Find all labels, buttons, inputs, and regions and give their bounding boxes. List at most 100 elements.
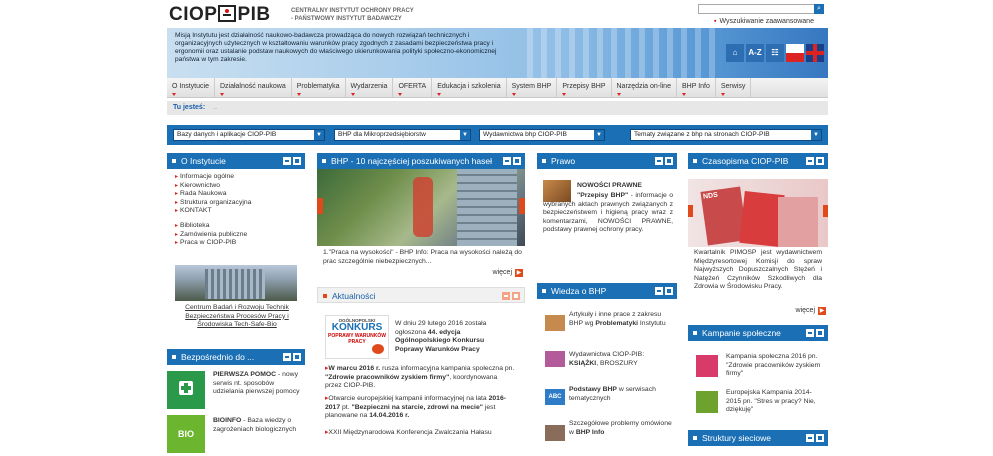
nav-item-oferta[interactable]: OFERTA — [393, 78, 433, 97]
slider-next-button[interactable] — [823, 205, 828, 217]
breadcrumb: Tu jesteś:.. — [167, 101, 828, 115]
maximize-icon[interactable] — [665, 157, 673, 165]
top10-box: BHP - 10 najczęściej poszukiwanych haseł… — [317, 153, 525, 279]
wiedza-item-artykuly[interactable]: Artykuły i inne prace z zakresu BHP wg P… — [569, 311, 673, 328]
minimize-icon[interactable] — [806, 329, 814, 337]
banner-decoration — [527, 28, 717, 78]
link-informacje-ogolne[interactable]: Informacje ogólne — [175, 173, 305, 182]
news-text: pt. — [340, 403, 352, 411]
minimize-icon[interactable] — [503, 157, 511, 165]
maximize-icon[interactable] — [293, 157, 301, 165]
link-struktura[interactable]: Struktura organizacyjna — [175, 199, 305, 208]
news-item-eu-kampania[interactable]: ▸Otwarcie europejskiej kampanii informac… — [325, 395, 515, 421]
minimize-icon[interactable] — [806, 157, 814, 165]
maximize-icon[interactable] — [816, 329, 824, 337]
bioinfo-item[interactable]: BIOINFO - Baza wiedzy o zagrożeniach bio… — [213, 417, 303, 434]
select-bazy-danych[interactable]: Bazy danych i aplikacje CIOP-PIB ▼ — [173, 129, 325, 141]
wiedza-item-bhp-info[interactable]: Szczegółowe problemy omówione w BHP Info — [569, 420, 673, 437]
wiedza-item-podstawy[interactable]: Podstawy BHP w serwisach tematycznych — [569, 386, 673, 403]
box-bullet-icon — [693, 331, 697, 335]
nav-item-o-instytucie[interactable]: O Instytucie — [167, 78, 215, 97]
flag-pl-icon[interactable] — [786, 44, 804, 62]
nav-item-przepisy-bhp[interactable]: Przepisy BHP — [557, 78, 612, 97]
link-kierownictwo[interactable]: Kierownictwo — [175, 182, 305, 191]
news-bold: "Bezpieczni na starcie, zdrowi na mecie" — [351, 403, 483, 411]
slider-next-button[interactable] — [519, 198, 525, 214]
select-bhp-mikro[interactable]: BHP dla Mikroprzedsiębiorstw ▼ — [334, 129, 471, 141]
search-input[interactable] — [698, 4, 822, 14]
minimize-icon[interactable] — [806, 434, 814, 442]
link-kontakt[interactable]: KONTAKT — [175, 207, 305, 216]
slider-image[interactable] — [317, 169, 525, 246]
link-zamowienia[interactable]: Zamówienia publiczne — [175, 231, 305, 240]
publications-icon[interactable] — [545, 351, 565, 367]
search-button[interactable]: ⌕ — [814, 4, 824, 14]
sitemap-icon[interactable]: ☷ — [766, 44, 784, 62]
building-caption-link[interactable]: Centrum Badań i Rozwoju Technik Bezpiecz… — [175, 304, 299, 330]
banner: Misją Instytutu jest działalność naukowo… — [167, 28, 828, 78]
slider-prev-button[interactable] — [688, 205, 693, 217]
minimize-icon[interactable] — [283, 157, 291, 165]
news-item-konferencja[interactable]: ▸XXII Międzynarodowa Konferencja Zwalcza… — [325, 429, 515, 438]
top10-more-button[interactable]: więcej ▶ — [493, 269, 523, 277]
books-icon[interactable] — [545, 315, 565, 331]
prawo-text[interactable]: "Przepisy BHP" - informacje o wybranych … — [543, 192, 673, 235]
nav-item-edukacja[interactable]: Edukacja i szkolenia — [432, 78, 507, 97]
flag-en-icon[interactable] — [806, 44, 824, 62]
ciop-pib-logo[interactable]: CIOP PIB — [169, 4, 271, 26]
slider-prev-button[interactable] — [317, 198, 323, 214]
home-icon[interactable]: ⌂ — [726, 44, 744, 62]
maximize-icon[interactable] — [665, 287, 673, 295]
minimize-icon[interactable] — [655, 157, 663, 165]
bullet-icon: ▪ — [714, 18, 717, 25]
maximize-icon[interactable] — [512, 292, 520, 300]
maximize-icon[interactable] — [293, 353, 301, 361]
prawo-heading[interactable]: NOWOŚCI PRAWNE — [577, 182, 642, 191]
nav-item-dzialalnosc-naukowa[interactable]: Działalność naukowa — [215, 78, 292, 97]
czasopisma-more-button[interactable]: więcej ▶ — [796, 307, 826, 315]
abc-icon[interactable]: ABC — [545, 389, 565, 405]
advanced-search-link[interactable]: ▪ Wyszukiwanie zaawansowane — [714, 18, 814, 25]
czasopisma-text[interactable]: Kwartalnik PIMOSP jest wydawnictwem Międ… — [694, 249, 822, 292]
nav-item-wydarzenia[interactable]: Wydarzenia — [346, 78, 394, 97]
nav-item-serwisy[interactable]: Serwisy — [716, 78, 752, 97]
maximize-icon[interactable] — [816, 157, 824, 165]
konkurs-badge[interactable]: OGÓLNOPOLSKI KONKURS POPRAWY WARUNKÓW PR… — [325, 315, 389, 359]
kampania-stres-link[interactable]: Europejska Kampania 2014-2015 pn. "Stres… — [726, 389, 824, 415]
nav-item-bhp-info[interactable]: BHP Info — [677, 78, 716, 97]
box-title: Czasopisma CIOP-PIB — [702, 156, 789, 166]
minimize-icon[interactable] — [502, 292, 510, 300]
wiedza-item-wydawnictwa[interactable]: Wydawnictwa CIOP-PIB: KSIĄŻKI, BROSZURY — [569, 351, 673, 368]
header: CIOP PIB CENTRALNY INSTYTUT OCHRONY PRACY… — [167, 0, 828, 28]
link-praca[interactable]: Praca w CIOP-PIB — [175, 239, 305, 248]
bioinfo-icon[interactable]: BIO — [167, 415, 205, 453]
select-wydawnictwa[interactable]: Wydawnictwa bhp CIOP-PIB ▼ — [479, 129, 605, 141]
breadcrumb-value[interactable]: .. — [213, 104, 217, 111]
link-biblioteka[interactable]: Biblioteka — [175, 222, 305, 231]
slider-caption[interactable]: 1."Praca na wysokości" - BHP Info: Praca… — [323, 249, 523, 266]
wiedza-header: Wiedza o BHP — [537, 283, 677, 299]
maximize-icon[interactable] — [816, 434, 824, 442]
nav-item-problematyka[interactable]: Problematyka — [292, 78, 346, 97]
select-value: Bazy danych i aplikacje CIOP-PIB — [177, 131, 277, 138]
journal-covers-image[interactable]: NDS — [688, 179, 828, 247]
box-title: Prawo — [551, 156, 576, 166]
kampania-stres-icon[interactable] — [696, 391, 718, 413]
building-photo[interactable] — [175, 265, 297, 301]
bezposrednio-header: Bezpośrednio do ... — [167, 349, 305, 365]
first-aid-icon[interactable] — [167, 371, 205, 409]
minimize-icon[interactable] — [655, 287, 663, 295]
news-item-konkurs[interactable]: W dniu 29 lutego 2016 została ogłoszona … — [395, 320, 513, 354]
news-item-kampania[interactable]: ▸W marcu 2016 r. rusza informacyjna kamp… — [325, 365, 515, 391]
kampania-2016-link[interactable]: Kampania społeczna 2016 pn. "Zdrowie pra… — [726, 353, 824, 379]
nav-item-narzedzia[interactable]: Narzędzia on-line — [612, 78, 677, 97]
maximize-icon[interactable] — [513, 157, 521, 165]
kampania-2016-icon[interactable] — [696, 355, 718, 377]
pierwsza-pomoc-item[interactable]: PIERWSZA POMOC - nowy serwis nt. sposobó… — [213, 371, 303, 397]
minimize-icon[interactable] — [283, 353, 291, 361]
a-z-index-button[interactable]: A-Z — [746, 44, 764, 62]
link-rada-naukowa[interactable]: Rada Naukowa — [175, 190, 305, 199]
nav-item-system-bhp[interactable]: System BHP — [507, 78, 558, 97]
info-book-icon[interactable] — [545, 425, 565, 441]
select-tematy[interactable]: Tematy związane z bhp na stronach CIOP-P… — [630, 129, 822, 141]
